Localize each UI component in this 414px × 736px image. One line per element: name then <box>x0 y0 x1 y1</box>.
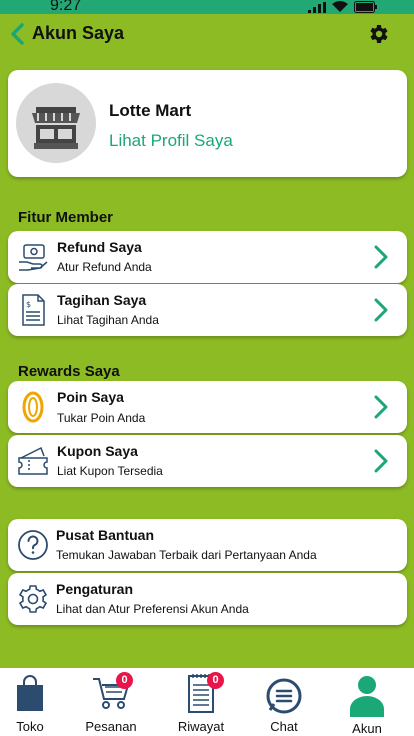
menu-item-title: Tagihan Saya <box>57 292 147 308</box>
menu-item-coupons[interactable]: Kupon Saya Liat Kupon Tersedia <box>8 435 407 487</box>
coin-icon <box>22 391 44 423</box>
history-badge: 0 <box>207 672 224 689</box>
gear-icon[interactable] <box>366 22 390 46</box>
settings-icon <box>18 585 48 613</box>
view-profile-link[interactable]: Lihat Profil Saya <box>109 131 233 151</box>
menu-item-invoice[interactable]: $ Tagihan Saya Lihat Tagihan Anda <box>8 284 407 336</box>
help-icon <box>18 530 48 560</box>
app-bar: Akun Saya <box>0 14 414 54</box>
nav-item-akun[interactable]: Akun <box>332 668 402 736</box>
chevron-right-icon <box>374 449 388 473</box>
nav-label: Chat <box>270 719 298 734</box>
user-account-icon <box>350 676 384 717</box>
menu-item-subtitle: Temukan Jawaban Terbaik dari Pertanyaan … <box>56 548 317 562</box>
nav-item-toko[interactable]: Toko <box>0 668 65 736</box>
section-title-rewards: Rewards Saya <box>18 363 120 380</box>
coupon-icon <box>18 446 48 475</box>
menu-item-title: Kupon Saya <box>57 443 138 459</box>
menu-item-title: Pusat Bantuan <box>56 527 155 543</box>
nav-label: Pesanan <box>85 719 137 734</box>
store-name: Lotte Mart <box>109 101 192 120</box>
nav-label: Riwayat <box>177 719 225 734</box>
section-title-member: Fitur Member <box>18 209 114 226</box>
wifi-icon <box>332 1 348 12</box>
status-time: 9:27 <box>50 0 82 14</box>
menu-item-points[interactable]: Poin Saya Tukar Poin Anda <box>8 381 407 433</box>
menu-item-title: Refund Saya <box>57 239 142 255</box>
menu-item-subtitle: Atur Refund Anda <box>57 260 152 274</box>
bottom-navigation: Toko 0 Pesanan 0 Riwayat Chat Akun <box>0 668 414 736</box>
store-avatar <box>16 83 96 163</box>
battery-icon <box>354 1 377 13</box>
shopping-bag-icon <box>17 675 43 711</box>
status-icons <box>308 1 378 13</box>
nav-item-riwayat[interactable]: 0 Riwayat <box>166 668 236 736</box>
refund-icon <box>19 244 48 271</box>
chevron-right-icon <box>374 298 388 322</box>
nav-item-pesanan[interactable]: 0 Pesanan <box>76 668 146 736</box>
back-arrow-icon[interactable] <box>8 22 28 46</box>
menu-item-subtitle: Tukar Poin Anda <box>57 411 146 425</box>
nav-label: Toko <box>16 719 44 734</box>
menu-item-help-center[interactable]: Pusat Bantuan Temukan Jawaban Terbaik da… <box>8 519 407 571</box>
profile-card[interactable]: Lotte Mart Lihat Profil Saya <box>8 70 407 177</box>
nav-label: Akun <box>352 721 382 736</box>
page-title: Akun Saya <box>32 23 125 43</box>
store-icon <box>32 107 80 149</box>
chevron-right-icon <box>374 245 388 269</box>
menu-item-settings[interactable]: Pengaturan Lihat dan Atur Preferensi Aku… <box>8 573 407 625</box>
cart-badge: 0 <box>116 672 133 689</box>
status-bar: 9:27 <box>0 0 414 14</box>
menu-item-title: Poin Saya <box>57 389 124 405</box>
menu-item-subtitle: Lihat dan Atur Preferensi Akun Anda <box>56 602 249 616</box>
chat-bubble-icon <box>266 678 302 714</box>
invoice-icon: $ <box>22 294 45 326</box>
chevron-right-icon <box>374 395 388 419</box>
menu-item-subtitle: Liat Kupon Tersedia <box>57 464 163 478</box>
menu-item-subtitle: Lihat Tagihan Anda <box>57 313 159 327</box>
menu-item-title: Pengaturan <box>56 581 134 597</box>
nav-item-chat[interactable]: Chat <box>249 668 319 736</box>
svg-text:$: $ <box>26 300 31 309</box>
menu-item-refund[interactable]: Refund Saya Atur Refund Anda <box>8 231 407 283</box>
signal-icon <box>308 1 326 13</box>
